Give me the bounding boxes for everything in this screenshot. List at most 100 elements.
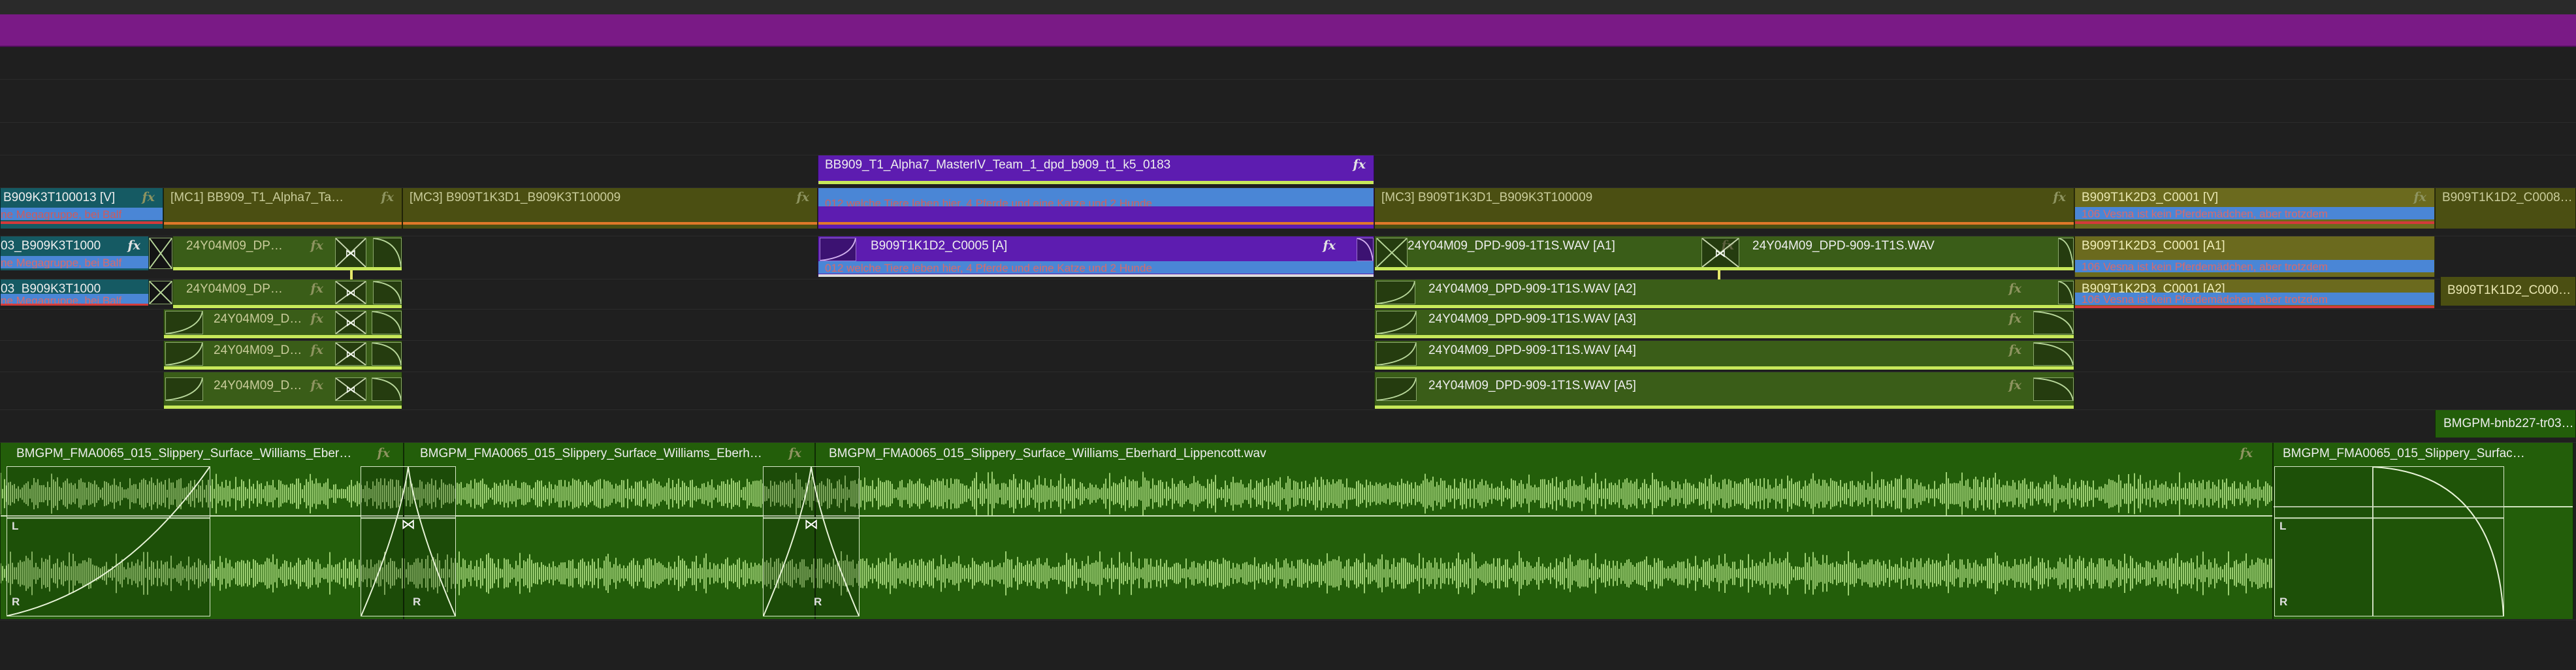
fx-icon[interactable]: fx <box>142 190 155 204</box>
fx-icon[interactable]: fx <box>2053 190 2066 204</box>
clip-name: BB909_T1_Alpha7_MasterIV_Team_1_dpd_b909… <box>825 158 1171 172</box>
fade-in-transition[interactable] <box>820 238 856 261</box>
clip-name: 24Y04M09_DPD-909-1T1S.WAV [A3] <box>1428 312 1636 326</box>
video-track-v5 <box>0 47 2576 80</box>
a4-clip-wav[interactable]: 24Y04M09_DPD-909-1T1S.WAV fx ⋈ <box>163 341 402 370</box>
clip-name: 24Y04M09_DPD-909-1T1S.WAV <box>186 282 291 296</box>
adjustment-layer-track[interactable] <box>0 14 2576 47</box>
clip-yellow-bar <box>173 305 402 308</box>
a2-clip-wav-right[interactable]: 24Y04M09_DPD-909-1T1S.WAV [A2] fx <box>1374 279 2074 308</box>
music-fade-out[interactable] <box>2372 466 2504 616</box>
fx-icon[interactable]: fx <box>2008 281 2021 296</box>
svg-text:⋈: ⋈ <box>346 318 355 329</box>
a3-clip-wav-right[interactable]: 24Y04M09_DPD-909-1T1S.WAV [A3] fx <box>1374 310 2074 338</box>
music-fade-in[interactable] <box>7 466 210 616</box>
crossfade-transition[interactable]: ⋈ <box>1701 238 1739 268</box>
clip-marker-comment: 106 Vesna ist kein Pferdemädchen, aber t… <box>2082 293 2328 305</box>
v1-clip-teal[interactable]: B909K3T100013 [V] fx ne Megagruppe, bei … <box>0 188 163 229</box>
music-clip-3[interactable]: BMGPM_FMA0065_015_Slippery_Surface_Willi… <box>815 443 2273 619</box>
fade-in-transition[interactable] <box>165 311 203 334</box>
fx-icon[interactable]: fx <box>1323 238 1336 253</box>
fade-in-transition[interactable] <box>1376 238 1408 268</box>
a2-clip-teal[interactable]: 03_B909K3T1000 ne Megagruppe, bei Balf <box>0 279 149 306</box>
fade-in-transition[interactable] <box>1376 281 1415 304</box>
fade-out-transition[interactable] <box>2033 342 2074 366</box>
music-clip-2[interactable]: BMGPM_FMA0065_015_Slippery_Surface_Willi… <box>404 443 815 619</box>
a1-clip-purple[interactable]: B909T1K1D2_C0005 [A] fx 012 welche Tiere… <box>818 236 1374 277</box>
music-crossfade-3[interactable] <box>2274 466 2374 616</box>
v2-clip-purple[interactable]: BB909_T1_Alpha7_MasterIV_Team_1_dpd_b909… <box>818 155 1374 184</box>
music-crossfade-2[interactable]: ⋈ <box>763 466 860 616</box>
a4-clip-wav-right[interactable]: 24Y04M09_DPD-909-1T1S.WAV [A4] fx <box>1374 341 2074 370</box>
fade-out-transition[interactable] <box>373 238 402 268</box>
fade-out-transition[interactable] <box>372 342 402 366</box>
fade-in-transition[interactable] <box>1376 311 1417 334</box>
crossfade-transition[interactable]: ⋈ <box>335 281 366 304</box>
svg-text:⋈: ⋈ <box>401 516 415 532</box>
channel-right-label: R <box>12 596 20 608</box>
fx-icon[interactable]: fx <box>1353 157 1366 172</box>
clip-yellow-bar <box>1375 335 2074 338</box>
crossfade-transition[interactable] <box>149 238 172 269</box>
a1-clip-olive-light[interactable]: B909T1K2D3_C0001 [A1] 106 Vesna ist kein… <box>2074 236 2435 277</box>
fade-out-transition[interactable] <box>2033 311 2074 334</box>
fade-out-transition[interactable] <box>373 281 402 304</box>
fade-out-transition[interactable] <box>2033 377 2074 401</box>
v1-clip-mc3-right[interactable]: [MC3] B909T1K3D1_B909K3T100009 fx <box>1374 188 2074 229</box>
v1-clip-mc1[interactable]: [MC1] BB909_T1_Alpha7_Tag_Innen_Basis fx <box>163 188 402 229</box>
a2-clip-olive-light[interactable]: B909T1K2D3_C0001 [A2] 106 Vesna ist kein… <box>2074 279 2435 308</box>
fade-in-transition[interactable] <box>1376 377 1417 401</box>
fx-icon[interactable]: fx <box>2008 311 2021 326</box>
a2-clip-wav[interactable]: 24Y04M09_DPD-909-1T1S.WAV fx ⋈ <box>172 279 402 308</box>
v1-clip-purple-label[interactable]: 012 welche Tiere leben hier, 4 Pferde un… <box>818 188 1374 229</box>
v1-clip-mc3[interactable]: [MC3] B909T1K3D1_B909K3T100009 fx <box>402 188 818 229</box>
fade-out-transition[interactable] <box>2058 238 2074 268</box>
clip-marker[interactable] <box>1718 270 1720 279</box>
fx-icon[interactable]: fx <box>2008 378 2021 392</box>
fx-icon[interactable]: fx <box>127 238 140 253</box>
clip-red-bar <box>2075 306 2434 308</box>
clip-name: [MC3] B909T1K3D1_B909K3T100009 <box>1381 191 1593 204</box>
v1-clip-c0008[interactable]: B909T1K1D2_C0008 [V] <box>2435 188 2576 229</box>
music-crossfade-1[interactable]: ⋈ <box>361 466 456 616</box>
a1-clip-teal[interactable]: 03_B909K3T1000 fx ne Megagruppe, bei Bal… <box>0 236 149 270</box>
fx-icon[interactable]: fx <box>381 190 394 204</box>
fx-icon[interactable]: fx <box>2008 343 2021 357</box>
crossfade-transition[interactable]: ⋈ <box>335 342 366 366</box>
fx-icon[interactable]: fx <box>310 311 323 326</box>
clip-marker[interactable] <box>350 270 353 279</box>
clip-orange-bar <box>818 222 1374 225</box>
fx-icon[interactable]: fx <box>2413 190 2426 204</box>
clip-name: [MC1] BB909_T1_Alpha7_Tag_Innen_Basis <box>170 191 349 204</box>
a1-clip-wav[interactable]: 24Y04M09_DPD-909-1T1S.WAV fx ⋈ <box>172 236 402 270</box>
a1-clip-wav-right[interactable]: 24Y04M09_DPD-909-1T1S.WAV [A1] fx ⋈ 24Y0… <box>1374 236 2074 270</box>
a3-clip-wav[interactable]: 24Y04M09_DPD-909-1T1S.WAV fx ⋈ <box>163 310 402 338</box>
fade-out-transition[interactable] <box>372 311 402 334</box>
fade-out-transition[interactable] <box>1357 238 1374 261</box>
fade-in-transition[interactable] <box>165 342 203 366</box>
clip-name: 24Y04M09_DPD-909-1T1S.WAV <box>214 379 304 392</box>
music-clip-bnb227[interactable]: BMGPM-bnb227-tr03-Fa <box>2435 410 2576 438</box>
crossfade-transition[interactable]: ⋈ <box>335 311 366 334</box>
fx-icon[interactable]: fx <box>310 281 323 296</box>
fade-out-transition[interactable] <box>372 377 402 401</box>
a5-clip-wav-right[interactable]: 24Y04M09_DPD-909-1T1S.WAV [A5] fx <box>1374 372 2074 409</box>
clip-name: B909T1K2D3_C0001 [A1] <box>2082 239 2225 253</box>
fade-in-transition[interactable] <box>1376 342 1417 366</box>
timeline-panel[interactable]: BB909_T1_Alpha7_MasterIV_Team_1_dpd_b909… <box>0 0 2576 670</box>
a5-clip-wav[interactable]: 24Y04M09_DPD-909-1T1S.WAV fx ⋈ <box>163 372 402 409</box>
fx-icon[interactable]: fx <box>310 238 323 253</box>
v1-clip-olive-light[interactable]: B909T1K2D3_C0001 [V] fx 106 Vesna ist ke… <box>2074 188 2435 229</box>
fade-in-transition[interactable] <box>165 377 203 401</box>
fx-icon[interactable]: fx <box>310 378 323 392</box>
svg-text:⋈: ⋈ <box>346 288 355 299</box>
fx-icon[interactable]: fx <box>310 343 323 357</box>
crossfade-transition[interactable]: ⋈ <box>335 238 366 268</box>
clip-name: B909T1K1D2_C0005 [A] <box>871 239 1008 253</box>
a2-clip-c0008[interactable]: B909T1K1D2_C0008 [A <box>2440 277 2576 306</box>
svg-text:⋈: ⋈ <box>346 349 355 360</box>
fade-out-transition[interactable] <box>2058 281 2074 304</box>
crossfade-transition[interactable] <box>149 281 172 304</box>
fx-icon[interactable]: fx <box>796 190 809 204</box>
crossfade-transition[interactable]: ⋈ <box>335 377 366 401</box>
